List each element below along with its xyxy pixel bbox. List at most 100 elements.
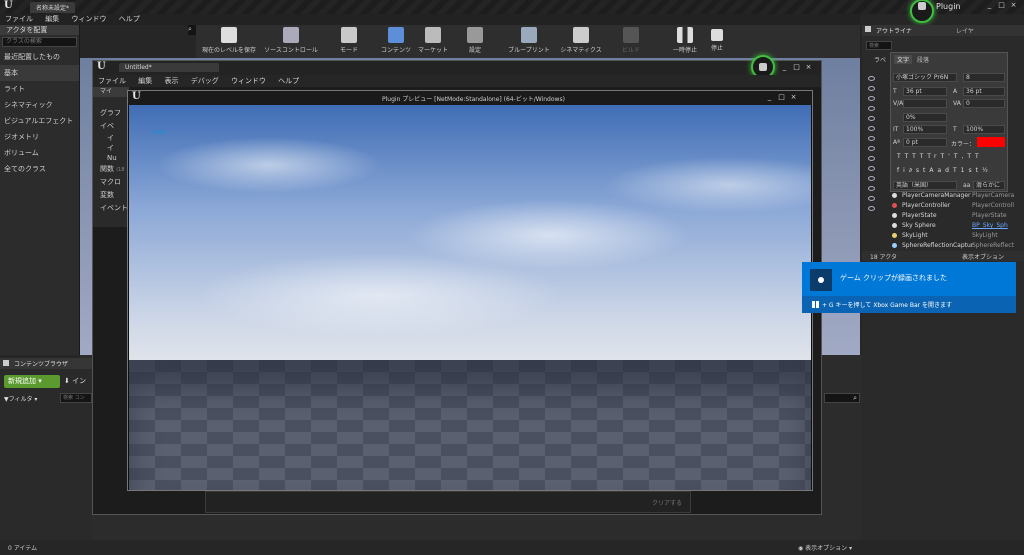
class-search-input[interactable]: クラスの検索 (2, 37, 77, 47)
eye-icon[interactable] (868, 146, 875, 151)
maximize-button[interactable]: □ (792, 63, 801, 71)
close-button[interactable]: × (804, 63, 813, 71)
language-select[interactable]: 英語（米国） (893, 181, 957, 190)
eye-icon[interactable] (868, 116, 875, 121)
menu-window[interactable]: ウィンドウ (226, 75, 271, 87)
save-level-button[interactable]: 現在のレベルを保存 (200, 27, 258, 57)
category-visual-effects[interactable]: ビジュアルエフェクト (0, 113, 79, 129)
category-volumes[interactable]: ボリューム (0, 145, 79, 161)
minimize-button[interactable]: _ (780, 63, 789, 71)
eye-icon[interactable] (868, 96, 875, 101)
level-tab[interactable]: 名称未設定* (30, 2, 76, 13)
event-item[interactable]: イ (93, 143, 129, 153)
opentype-buttons[interactable]: fi∂stAadT1st½ (897, 167, 1005, 175)
text-color-swatch[interactable] (977, 137, 1005, 147)
blueprints-button[interactable]: ブループリント (504, 27, 554, 57)
font-family-select[interactable]: 小塚ゴシック Pr6N (893, 73, 957, 82)
table-row[interactable]: PlayerState PlayerState (890, 211, 1024, 221)
settings-button[interactable]: 設定 (462, 27, 488, 57)
place-actors-tab[interactable]: アクタを配置 (0, 25, 79, 35)
content-button[interactable]: コンテンツ (380, 27, 412, 57)
minimize-button[interactable]: _ (985, 1, 994, 9)
add-new-button[interactable]: 新規追加 ▾ (4, 375, 60, 388)
eye-icon[interactable] (868, 106, 875, 111)
eye-icon[interactable] (868, 126, 875, 131)
vertical-scale-field[interactable]: 100% (903, 125, 947, 134)
menu-help[interactable]: ヘルプ (273, 75, 304, 87)
content-browser-tab[interactable]: コンテンツブラウザ (0, 358, 92, 369)
antialias-select[interactable]: 滑らかに (973, 181, 1005, 190)
table-row[interactable]: PlayerCameraManager PlayerCamera (890, 191, 1024, 201)
eye-icon[interactable] (868, 166, 875, 171)
eye-icon[interactable] (868, 176, 875, 181)
view-options-button[interactable]: 表示オプション (962, 252, 1004, 261)
menu-edit[interactable]: 編集 (133, 75, 157, 87)
category-recent[interactable]: 最近配置したもの (0, 49, 79, 65)
clear-button[interactable]: クリアする (652, 498, 682, 507)
marketplace-button[interactable]: マーケット (416, 27, 450, 57)
font-style-select[interactable]: 8 (963, 73, 1005, 82)
pause-button[interactable]: 一時停止 (670, 27, 700, 57)
menu-edit[interactable]: 編集 (40, 14, 64, 25)
tab-character[interactable]: 文字 (894, 55, 913, 64)
section-macros[interactable]: マクロ (93, 176, 129, 189)
menu-file[interactable]: ファイル (93, 75, 131, 87)
menu-file[interactable]: ファイル (0, 14, 38, 25)
minimize-button[interactable]: _ (765, 93, 774, 101)
maximize-button[interactable]: □ (997, 1, 1006, 9)
category-all-classes[interactable]: 全てのクラス (0, 161, 79, 177)
table-row[interactable]: SphereReflectionCaptur SphereReflect (890, 241, 1024, 251)
menu-debug[interactable]: デバッグ (186, 75, 224, 87)
asset-search-input-right[interactable]: ⌕ (824, 393, 860, 403)
tab-layers[interactable]: レイヤ (956, 26, 974, 35)
tab-paragraph[interactable]: 段落 (917, 55, 929, 64)
eye-icon[interactable] (868, 136, 875, 141)
category-geometry[interactable]: ジオメトリ (0, 129, 79, 145)
eye-icon[interactable] (868, 186, 875, 191)
search-icon[interactable]: ⌕ (188, 25, 196, 35)
eye-icon[interactable] (868, 156, 875, 161)
menu-help[interactable]: ヘルプ (114, 14, 145, 25)
modes-button[interactable]: モード (334, 27, 364, 57)
tracking-field[interactable]: 0 (963, 99, 1005, 108)
source-control-button[interactable]: ソースコントロール (262, 27, 320, 57)
build-button[interactable]: ビルド (616, 27, 646, 57)
maximize-button[interactable]: □ (777, 93, 786, 101)
category-cinematic[interactable]: シネマティック (0, 97, 79, 113)
font-size-field[interactable]: 36 pt (903, 87, 947, 96)
eye-icon[interactable] (868, 76, 875, 81)
event-item[interactable]: Nu (93, 153, 129, 163)
section-graphs[interactable]: グラフ (93, 107, 129, 120)
my-blueprint-tab[interactable]: マイ (93, 87, 129, 97)
category-basic[interactable]: 基本 (0, 65, 79, 81)
view-options-button[interactable]: ◉ 表示オプション ▾ (798, 543, 852, 552)
filter-button[interactable]: ▼フィルタ ▾ (4, 394, 37, 403)
close-button[interactable]: × (1009, 1, 1018, 9)
stop-button[interactable]: 停止 (704, 27, 730, 57)
baseline-field[interactable]: 0 pt (903, 138, 947, 147)
table-row[interactable]: Sky Sphere BP_Sky_Sph (890, 221, 1024, 231)
eye-icon[interactable] (868, 206, 875, 211)
section-event-graph[interactable]: イベ (93, 120, 129, 133)
search-icon[interactable]: ⌕ (853, 394, 857, 403)
event-item[interactable]: イ (93, 133, 129, 143)
add-new-button[interactable] (93, 97, 129, 107)
tsume-field[interactable]: 0% (903, 113, 947, 122)
horizontal-scale-field[interactable]: 100% (963, 125, 1005, 134)
close-button[interactable]: × (789, 93, 798, 101)
style-buttons[interactable]: TTTTTrT'T,TT (897, 153, 1005, 161)
menu-window[interactable]: ウィンドウ (66, 14, 111, 25)
outliner-search-input[interactable]: 検索 (866, 41, 892, 50)
table-row[interactable]: PlayerController PlayerControll (890, 201, 1024, 211)
table-row[interactable]: SkyLight SkyLight (890, 231, 1024, 241)
section-event-dispatchers[interactable]: イベント (93, 202, 129, 215)
cinematics-button[interactable]: シネマティクス (558, 27, 604, 57)
section-functions[interactable]: 関数 (18 (93, 163, 129, 176)
category-lights[interactable]: ライト (0, 81, 79, 97)
game-viewport[interactable]: Hello (129, 105, 811, 490)
menu-view[interactable]: 表示 (159, 75, 183, 87)
eye-icon[interactable] (868, 86, 875, 91)
asset-search-input[interactable]: 検索 コン (60, 393, 92, 403)
tab-outliner[interactable]: アウトライナ (876, 26, 912, 35)
import-button[interactable]: ⬇ イン (64, 375, 92, 388)
